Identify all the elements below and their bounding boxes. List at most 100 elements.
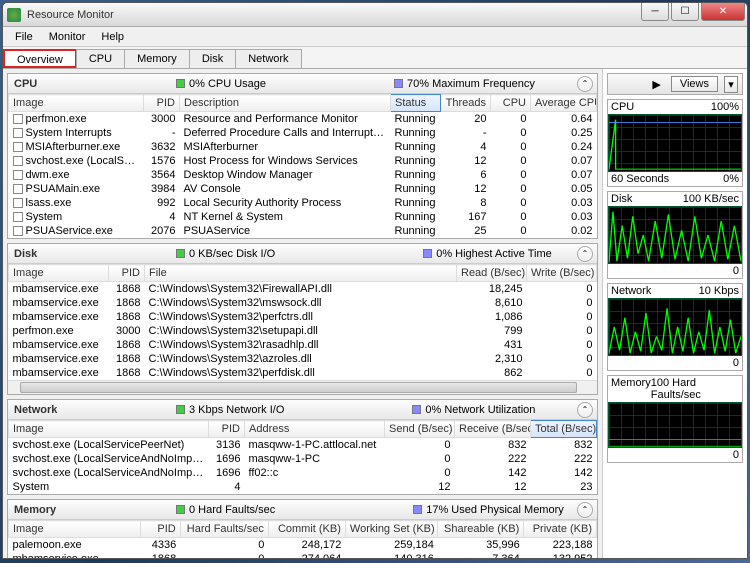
- col-ws[interactable]: Working Set (KB): [345, 521, 437, 538]
- tab-overview[interactable]: Overview: [3, 49, 77, 68]
- graph-max: 10 Kbps: [699, 285, 739, 297]
- checkbox[interactable]: [13, 156, 23, 166]
- checkbox[interactable]: [13, 226, 23, 236]
- square-icon: [176, 405, 185, 414]
- table-row[interactable]: mbamservice.exe1868C:\Windows\System32\r…: [9, 338, 597, 352]
- col-pid[interactable]: PID: [141, 521, 181, 538]
- table-row[interactable]: svchost.exe (LocalServiceNoNetwork)1576H…: [9, 154, 597, 168]
- square-icon: [394, 79, 403, 88]
- graph-min: 0: [733, 357, 739, 369]
- network-panel-header[interactable]: Network 3 Kbps Network I/O 0% Network Ut…: [8, 400, 597, 420]
- table-row[interactable]: System Interrupts-Deferred Procedure Cal…: [9, 126, 597, 140]
- views-button[interactable]: Views: [671, 76, 718, 92]
- chevron-up-icon[interactable]: ⌃: [577, 502, 593, 518]
- graph-max: 100 KB/sec: [683, 193, 739, 205]
- menu-file[interactable]: File: [7, 29, 41, 45]
- table-row[interactable]: mbamservice.exe1868C:\Windows\System32\p…: [9, 366, 597, 380]
- disk-table: Image PID File Read (B/sec) Write (B/sec…: [8, 264, 597, 380]
- net-io-stat: 3 Kbps Network I/O: [189, 404, 284, 416]
- views-dropdown[interactable]: ▾: [724, 76, 738, 93]
- col-pid[interactable]: PID: [109, 265, 145, 282]
- table-row[interactable]: System4NT Kernel & SystemRunning16700.03: [9, 210, 597, 224]
- titlebar[interactable]: Resource Monitor ─ ☐ ✕: [3, 3, 747, 27]
- table-row[interactable]: System4121223: [9, 480, 597, 494]
- table-row[interactable]: mbamservice.exe1868C:\Windows\System32\F…: [9, 282, 597, 297]
- col-cpu[interactable]: CPU: [491, 95, 531, 112]
- table-row[interactable]: mbamservice.exe1868C:\Windows\System32\a…: [9, 352, 597, 366]
- close-button[interactable]: ✕: [701, 3, 745, 21]
- col-priv[interactable]: Private (KB): [524, 521, 597, 538]
- checkbox[interactable]: [13, 198, 23, 208]
- memory-panel-header[interactable]: Memory 0 Hard Faults/sec 17% Used Physic…: [8, 500, 597, 520]
- tab-network[interactable]: Network: [235, 49, 301, 68]
- table-row[interactable]: mbamservice.exe1868C:\Windows\System32\m…: [9, 296, 597, 310]
- disk-panel-header[interactable]: Disk 0 KB/sec Disk I/O 0% Highest Active…: [8, 244, 597, 264]
- chevron-up-icon[interactable]: ⌃: [577, 76, 593, 92]
- table-row[interactable]: PSUAService.exe2076PSUAServiceRunning250…: [9, 224, 597, 238]
- chevron-up-icon[interactable]: ⌃: [577, 402, 593, 418]
- chevron-right-icon[interactable]: ▶: [648, 78, 664, 91]
- app-icon: [7, 8, 21, 22]
- network-table: Image PID Address Send (B/sec) Receive (…: [8, 420, 597, 494]
- col-hf[interactable]: Hard Faults/sec: [180, 521, 268, 538]
- minimize-button[interactable]: ─: [641, 3, 669, 21]
- col-status[interactable]: Status: [391, 95, 441, 112]
- table-row[interactable]: PSUAMain.exe3984AV ConsoleRunning1200.05: [9, 182, 597, 196]
- sidebar-header: ▶ Views ▾: [607, 73, 743, 95]
- cpu-panel-header[interactable]: CPU 0% CPU Usage 70% Maximum Frequency ⌃: [8, 74, 597, 94]
- table-row[interactable]: svchost.exe (LocalServiceAndNoImpersonat…: [9, 466, 597, 480]
- menu-monitor[interactable]: Monitor: [41, 29, 94, 45]
- menu-help[interactable]: Help: [93, 29, 132, 45]
- checkbox[interactable]: [13, 170, 23, 180]
- tab-cpu[interactable]: CPU: [76, 49, 125, 68]
- graph-min: 0: [733, 265, 739, 277]
- disk-panel: Disk 0 KB/sec Disk I/O 0% Highest Active…: [7, 243, 598, 395]
- tab-disk[interactable]: Disk: [189, 49, 236, 68]
- table-row[interactable]: lsass.exe992Local Security Authority Pro…: [9, 196, 597, 210]
- col-pid[interactable]: PID: [209, 421, 245, 438]
- cpu-panel-title: CPU: [14, 78, 68, 90]
- checkbox[interactable]: [13, 184, 23, 194]
- col-write[interactable]: Write (B/sec): [527, 265, 597, 282]
- square-icon: [412, 405, 421, 414]
- table-row[interactable]: svchost.exe (LocalServicePeerNet)3136mas…: [9, 438, 597, 453]
- col-pid[interactable]: PID: [144, 95, 180, 112]
- col-read[interactable]: Read (B/sec): [457, 265, 527, 282]
- table-row[interactable]: dwm.exe3564Desktop Window ManagerRunning…: [9, 168, 597, 182]
- col-image[interactable]: Image: [9, 95, 144, 112]
- maximize-button[interactable]: ☐: [671, 3, 699, 21]
- resource-monitor-window: Resource Monitor ─ ☐ ✕ File Monitor Help…: [2, 2, 748, 559]
- table-row[interactable]: mbamservice.exe18680274,064140,3167,3641…: [9, 552, 597, 558]
- col-recv[interactable]: Receive (B/sec): [455, 421, 531, 438]
- col-threads[interactable]: Threads: [441, 95, 491, 112]
- checkbox[interactable]: [13, 128, 23, 138]
- col-file[interactable]: File: [145, 265, 457, 282]
- table-row[interactable]: svchost.exe (LocalServiceAndNoImpersonat…: [9, 452, 597, 466]
- col-commit[interactable]: Commit (KB): [268, 521, 345, 538]
- checkbox[interactable]: [13, 212, 23, 222]
- col-image[interactable]: Image: [9, 265, 109, 282]
- table-row[interactable]: perfmon.exe3000C:\Windows\System32\setup…: [9, 324, 597, 338]
- cpu-panel: CPU 0% CPU Usage 70% Maximum Frequency ⌃…: [7, 73, 598, 239]
- table-row[interactable]: perfmon.exe3000Resource and Performance …: [9, 112, 597, 127]
- memory-mini-graph: Memory100 Hard Faults/sec 0: [607, 375, 743, 463]
- col-send[interactable]: Send (B/sec): [385, 421, 455, 438]
- checkbox[interactable]: [13, 142, 23, 152]
- graph-xlabel: 60 Seconds: [611, 173, 669, 185]
- chevron-up-icon[interactable]: ⌃: [577, 246, 593, 262]
- cpu-table: Image PID Description Status Threads CPU…: [8, 94, 597, 238]
- checkbox[interactable]: [13, 114, 23, 124]
- col-total[interactable]: Total (B/sec): [531, 421, 597, 438]
- table-row[interactable]: MSIAfterburner.exe3632MSIAfterburnerRunn…: [9, 140, 597, 154]
- col-desc[interactable]: Description: [180, 95, 391, 112]
- tab-memory[interactable]: Memory: [124, 49, 190, 68]
- graph-min: 0: [733, 449, 739, 461]
- table-row[interactable]: mbamservice.exe1868C:\Windows\System32\p…: [9, 310, 597, 324]
- col-avg[interactable]: Average CPU: [531, 95, 597, 112]
- col-image[interactable]: Image: [9, 521, 141, 538]
- col-share[interactable]: Shareable (KB): [438, 521, 524, 538]
- col-image[interactable]: Image: [9, 421, 209, 438]
- table-row[interactable]: palemoon.exe43360248,172259,18435,996223…: [9, 538, 597, 553]
- scrollbar[interactable]: [8, 380, 597, 394]
- col-addr[interactable]: Address: [245, 421, 385, 438]
